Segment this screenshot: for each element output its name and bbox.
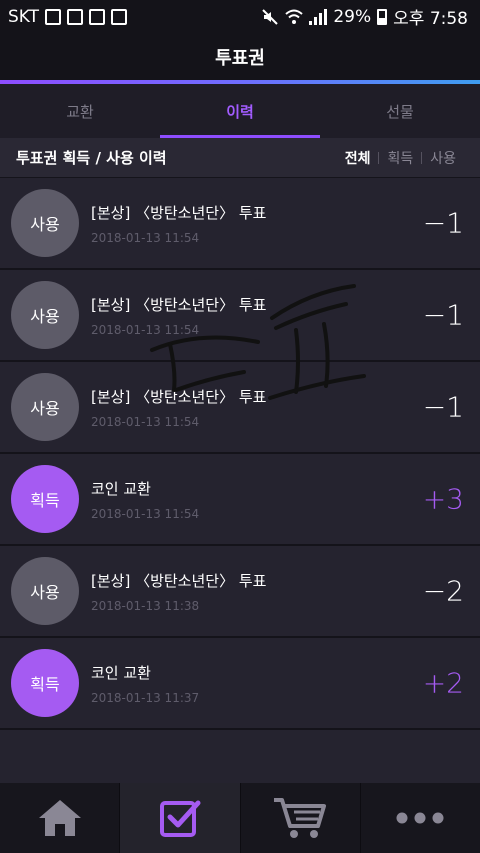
item-date: 2018-01-13 11:54 [91, 230, 200, 245]
nav-shop[interactable] [241, 783, 361, 853]
type-badge: 사용 [11, 373, 79, 441]
item-amount: −1 [422, 298, 464, 332]
type-badge: 사용 [11, 281, 79, 349]
wifi-icon [285, 9, 304, 24]
chat-notification-icon [67, 8, 84, 25]
filter-acquired[interactable]: 획득 [379, 148, 421, 168]
tab-bar: 교환 이력 선물 [0, 84, 480, 138]
item-date: 2018-01-13 11:37 [91, 690, 200, 705]
item-title: 코인 교환 [91, 663, 151, 682]
nav-more[interactable] [361, 783, 480, 853]
item-date: 2018-01-13 11:54 [91, 322, 200, 337]
battery-percent: 29% [333, 6, 372, 27]
list-item[interactable]: 사용 [본상] 〈방탄소년단〉 투표 2018-01-13 11:54 −1 [0, 270, 480, 362]
item-title: [본상] 〈방탄소년단〉 투표 [91, 571, 267, 590]
item-amount: −1 [422, 390, 464, 424]
more-icon [396, 812, 444, 824]
type-badge: 획득 [11, 649, 79, 717]
list-item[interactable]: 사용 [본상] 〈방탄소년단〉 투표 2018-01-13 11:54 −1 [0, 362, 480, 454]
page-title: 투표권 [215, 48, 265, 69]
cart-icon [274, 798, 327, 838]
item-amount: +3 [422, 482, 464, 516]
tab-history[interactable]: 이력 [160, 84, 320, 138]
item-title: [본상] 〈방탄소년단〉 투표 [91, 387, 267, 406]
alert-notification-icon [45, 8, 62, 25]
filter-all[interactable]: 전체 [337, 148, 379, 168]
item-date: 2018-01-13 11:54 [91, 414, 200, 429]
history-section-header: 투표권 획득 / 사용 이력 전체 획득 사용 [0, 138, 480, 178]
item-date: 2018-01-13 11:38 [91, 598, 200, 613]
item-title: [본상] 〈방탄소년단〉 투표 [91, 295, 267, 314]
vote-check-icon [159, 800, 201, 837]
home-icon [38, 800, 81, 836]
status-bar: SKT 29% 오후 7:58 [0, 0, 480, 33]
type-badge: 획득 [11, 465, 79, 533]
tab-exchange[interactable]: 교환 [0, 84, 160, 138]
item-amount: +2 [422, 666, 464, 700]
section-title: 투표권 획득 / 사용 이력 [16, 149, 167, 167]
mail-notification-icon [111, 8, 128, 25]
list-item[interactable]: 획득 코인 교환 2018-01-13 11:37 +2 [0, 638, 480, 730]
nav-home[interactable] [0, 783, 121, 853]
list-item[interactable]: 사용 [본상] 〈방탄소년단〉 투표 2018-01-13 11:54 −1 [0, 178, 480, 270]
tab-gift[interactable]: 선물 [320, 84, 480, 138]
battery-icon [377, 8, 388, 25]
type-badge: 사용 [11, 557, 79, 625]
list-item[interactable]: 사용 [본상] 〈방탄소년단〉 투표 2018-01-13 11:38 −2 [0, 546, 480, 638]
nav-vote[interactable] [120, 783, 241, 853]
item-title: 코인 교환 [91, 479, 151, 498]
filter-group: 전체 획득 사용 [337, 148, 464, 168]
page-header: 투표권 [0, 33, 480, 81]
carrier-label: SKT [8, 6, 40, 27]
type-badge: 사용 [11, 189, 79, 257]
bottom-navigation [0, 783, 480, 853]
image-notification-icon [89, 8, 106, 25]
filter-used[interactable]: 사용 [422, 148, 464, 168]
list-item[interactable]: 획득 코인 교환 2018-01-13 11:54 +3 [0, 454, 480, 546]
item-date: 2018-01-13 11:54 [91, 506, 200, 521]
item-amount: −1 [422, 206, 464, 240]
mute-icon [262, 8, 279, 25]
signal-icon [309, 8, 328, 25]
item-title: [본상] 〈방탄소년단〉 투표 [91, 203, 267, 222]
item-amount: −2 [422, 574, 464, 608]
clock: 오후 7:58 [393, 9, 468, 29]
history-list: 사용 [본상] 〈방탄소년단〉 투표 2018-01-13 11:54 −1 사… [0, 178, 480, 730]
